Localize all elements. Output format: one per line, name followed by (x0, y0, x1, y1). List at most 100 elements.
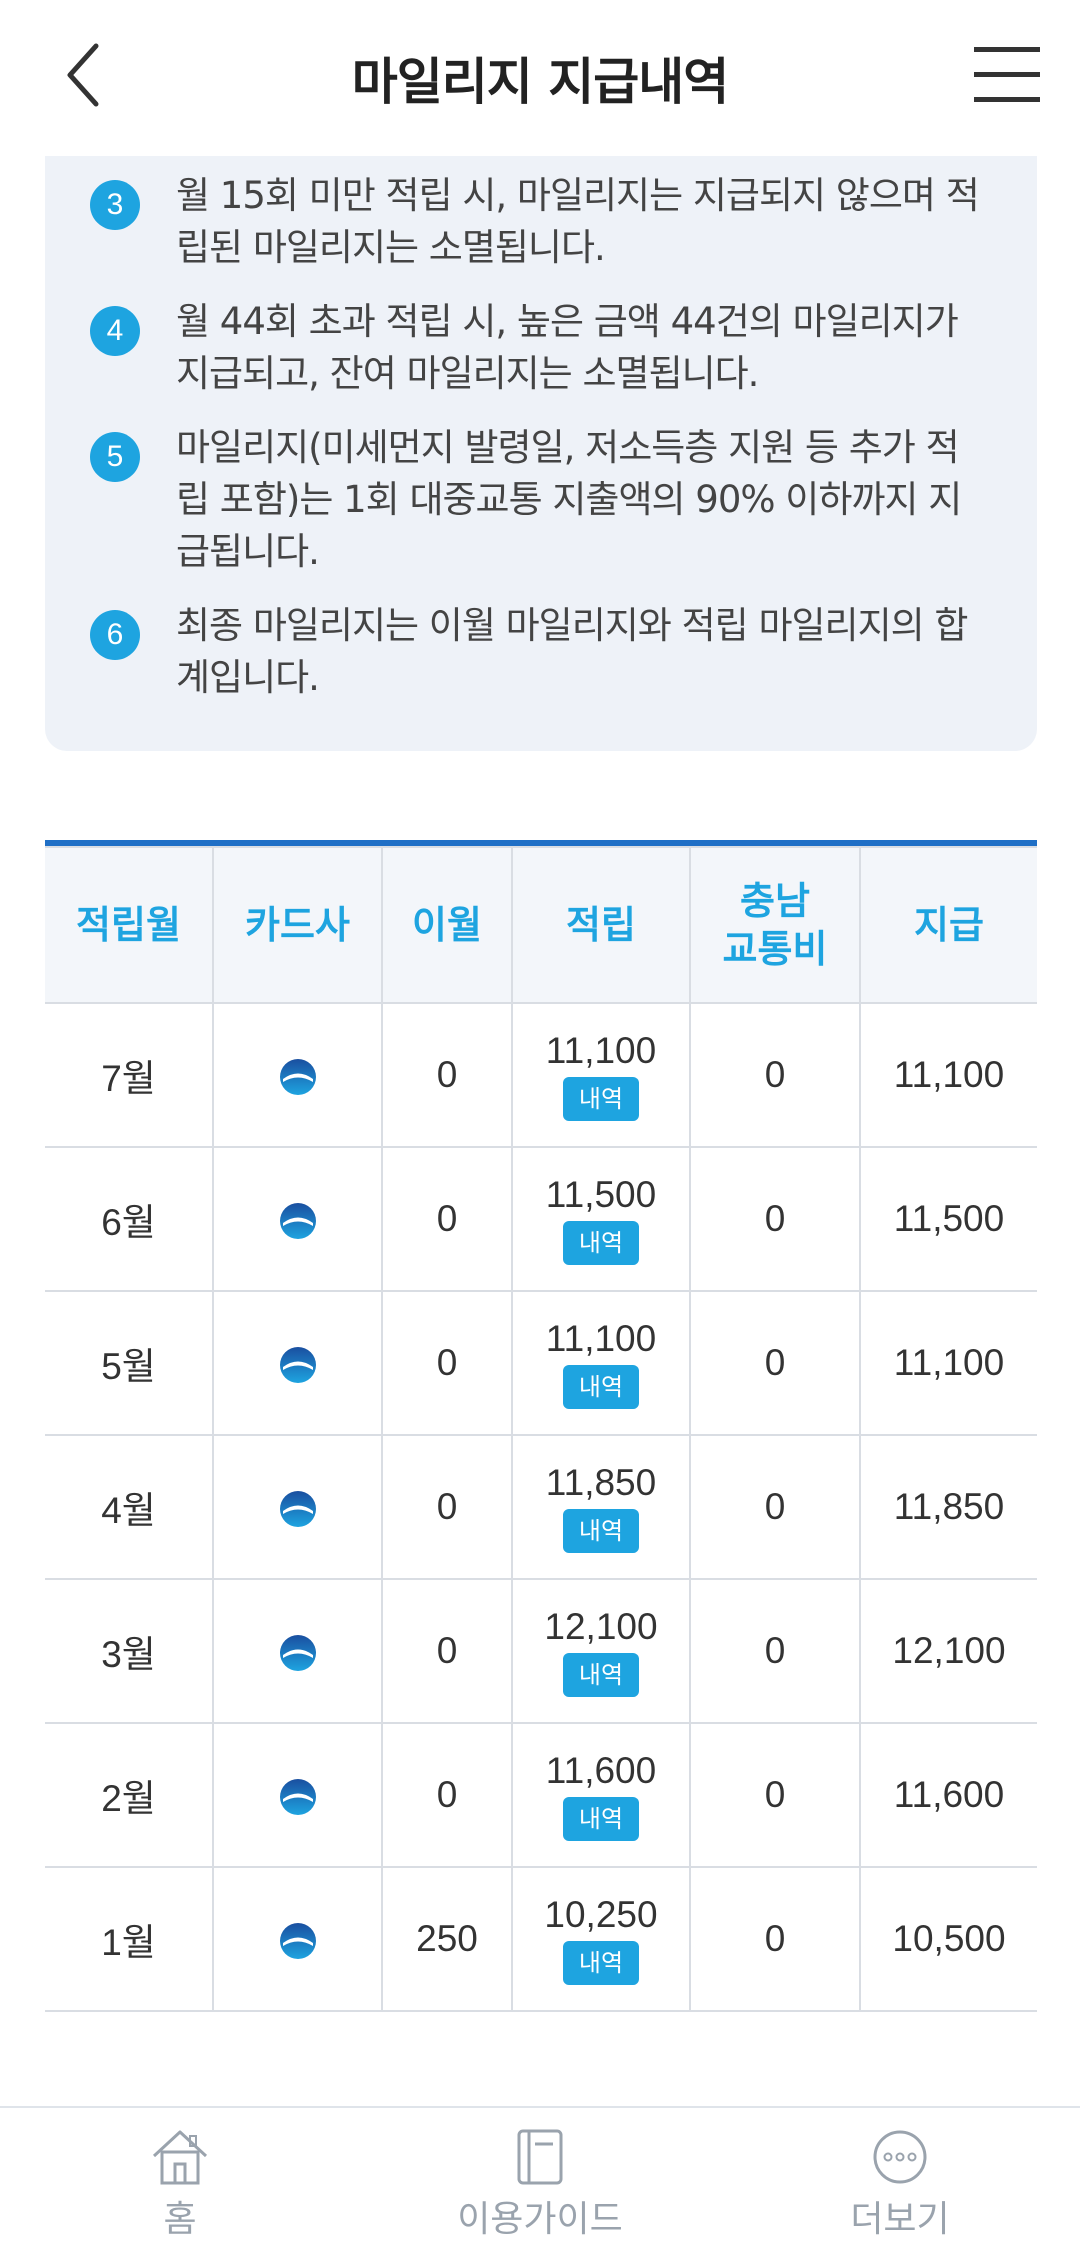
cell-month: 4월 (45, 1434, 214, 1580)
accumulated-amount: 11,500 (545, 1174, 657, 1215)
accumulated-amount: 11,100 (545, 1030, 657, 1071)
table-row: 2월 0 11,600 내역 0 11,600 (45, 1722, 1037, 1868)
cell-payment: 11,850 (859, 1434, 1037, 1580)
number-badge: 6 (90, 610, 140, 660)
top-header: 마일리지 지급내역 (0, 0, 1080, 156)
cell-carryover: 0 (381, 1722, 513, 1868)
nav-home[interactable]: 홈 (60, 2108, 300, 2259)
column-header-month: 적립월 (45, 846, 214, 1004)
back-chevron-icon (67, 43, 99, 107)
cell-accumulated: 10,250 내역 (511, 1866, 691, 2012)
accumulated-amount: 12,100 (544, 1606, 658, 1647)
detail-button[interactable]: 내역 (562, 1077, 640, 1121)
cell-carryover: 0 (381, 1578, 513, 1724)
notice-text: 최종 마일리지는 이월 마일리지와 적립 마일리지의 합계입니다. (176, 604, 968, 699)
cell-accumulated: 12,100 내역 (511, 1578, 691, 1724)
cell-chungnam: 0 (689, 1722, 861, 1868)
cell-month: 2월 (45, 1722, 214, 1868)
cell-chungnam: 0 (689, 1866, 861, 2012)
card-company-logo-icon (279, 1198, 317, 1240)
cell-payment: 11,500 (859, 1146, 1037, 1292)
cell-chungnam: 0 (689, 1434, 861, 1580)
card-company-logo-icon (279, 1630, 317, 1672)
cell-carryover: 0 (381, 1434, 513, 1580)
bottom-nav: 홈 이용가이드 더보기 (0, 2106, 1080, 2259)
page-title: 마일리지 지급내역 (351, 53, 729, 111)
cell-card (212, 1722, 383, 1868)
cell-chungnam: 0 (689, 1578, 861, 1724)
cell-month: 3월 (45, 1578, 214, 1724)
cell-card (212, 1578, 383, 1724)
nav-more-label: 더보기 (850, 2199, 950, 2240)
cell-carryover: 0 (381, 1002, 513, 1148)
nav-more[interactable]: 더보기 (780, 2108, 1020, 2259)
cell-accumulated: 11,100 내역 (511, 1002, 691, 1148)
notice-text: 마일리지(미세먼지 발령일, 저소득층 지원 등 추가 적립 포함)는 1회 대… (176, 426, 962, 573)
nav-guide[interactable]: 이용가이드 (420, 2108, 660, 2259)
notice-item: 5 마일리지(미세먼지 발령일, 저소득층 지원 등 추가 적립 포함)는 1회… (90, 422, 987, 578)
table-header-row: 적립월 카드사 이월 적립 충남 교통비 지급 (45, 846, 1037, 1004)
hamburger-menu-icon (974, 47, 1040, 102)
accumulated-amount: 11,850 (545, 1462, 657, 1503)
more-dots-icon (873, 2130, 927, 2184)
cell-carryover: 250 (381, 1866, 513, 2012)
app-root: 마일리지 지급내역 3 월 15회 미만 적립 시, 마일리지는 지급되지 않으… (0, 0, 1080, 2259)
menu-button[interactable] (962, 30, 1052, 120)
cell-chungnam: 0 (689, 1290, 861, 1436)
table-row: 5월 0 11,100 내역 0 11,100 (45, 1290, 1037, 1436)
cell-carryover: 0 (381, 1146, 513, 1292)
cell-card (212, 1866, 383, 2012)
cell-payment: 11,600 (859, 1722, 1037, 1868)
book-icon (517, 2129, 563, 2185)
cell-payment: 11,100 (859, 1002, 1037, 1148)
notice-text: 월 15회 미만 적립 시, 마일리지는 지급되지 않으며 적립된 마일리지는 … (176, 174, 980, 269)
detail-button[interactable]: 내역 (562, 1221, 640, 1265)
home-icon (152, 2130, 208, 2185)
card-company-logo-icon (279, 1486, 317, 1528)
detail-button[interactable]: 내역 (562, 1509, 640, 1553)
number-badge: 5 (90, 432, 140, 482)
cell-payment: 12,100 (859, 1578, 1037, 1724)
cell-month: 6월 (45, 1146, 214, 1292)
cell-carryover: 0 (381, 1290, 513, 1436)
column-header-chungnam: 충남 교통비 (689, 846, 861, 1004)
notice-item: 3 월 15회 미만 적립 시, 마일리지는 지급되지 않으며 적립된 마일리지… (90, 170, 987, 274)
cell-accumulated: 11,500 내역 (511, 1146, 691, 1292)
detail-button[interactable]: 내역 (562, 1941, 640, 1985)
table-row: 7월 0 11,100 내역 0 11,100 (45, 1002, 1037, 1148)
mileage-table: 적립월 카드사 이월 적립 충남 교통비 지급 7월 0 11,100 내역 0 11,10… (45, 840, 1037, 2012)
cell-accumulated: 11,850 내역 (511, 1434, 691, 1580)
card-company-logo-icon (279, 1342, 317, 1384)
cell-month: 5월 (45, 1290, 214, 1436)
number-badge: 3 (90, 180, 140, 230)
cell-card (212, 1434, 383, 1580)
detail-button[interactable]: 내역 (562, 1653, 640, 1697)
accumulated-amount: 11,100 (545, 1318, 657, 1359)
back-button[interactable] (40, 30, 130, 120)
cell-payment: 11,100 (859, 1290, 1037, 1436)
accumulated-amount: 11,600 (545, 1750, 657, 1791)
cell-card (212, 1146, 383, 1292)
notice-item: 6 최종 마일리지는 이월 마일리지와 적립 마일리지의 합계입니다. (90, 600, 987, 704)
cell-chungnam: 0 (689, 1002, 861, 1148)
column-header-carryover: 이월 (381, 846, 513, 1004)
notice-item: 4 월 44회 초과 적립 시, 높은 금액 44건의 마일리지가 지급되고, … (90, 296, 987, 400)
table-row: 1월 250 10,250 내역 0 10,500 (45, 1866, 1037, 2012)
column-header-payment: 지급 (859, 846, 1037, 1004)
cell-card (212, 1002, 383, 1148)
column-header-accumulated: 적립 (511, 846, 691, 1004)
cell-month: 7월 (45, 1002, 214, 1148)
detail-button[interactable]: 내역 (562, 1797, 640, 1841)
accumulated-amount: 10,250 (544, 1894, 658, 1935)
nav-guide-label: 이용가이드 (457, 2199, 623, 2240)
cell-card (212, 1290, 383, 1436)
table-row: 4월 0 11,850 내역 0 11,850 (45, 1434, 1037, 1580)
nav-home-label: 홈 (163, 2199, 197, 2240)
cell-payment: 10,500 (859, 1866, 1037, 2012)
cell-month: 1월 (45, 1866, 214, 2012)
detail-button[interactable]: 내역 (562, 1365, 640, 1409)
notice-box: 3 월 15회 미만 적립 시, 마일리지는 지급되지 않으며 적립된 마일리지… (45, 156, 1037, 751)
card-company-logo-icon (279, 1054, 317, 1096)
cell-accumulated: 11,600 내역 (511, 1722, 691, 1868)
card-company-logo-icon (279, 1918, 317, 1960)
